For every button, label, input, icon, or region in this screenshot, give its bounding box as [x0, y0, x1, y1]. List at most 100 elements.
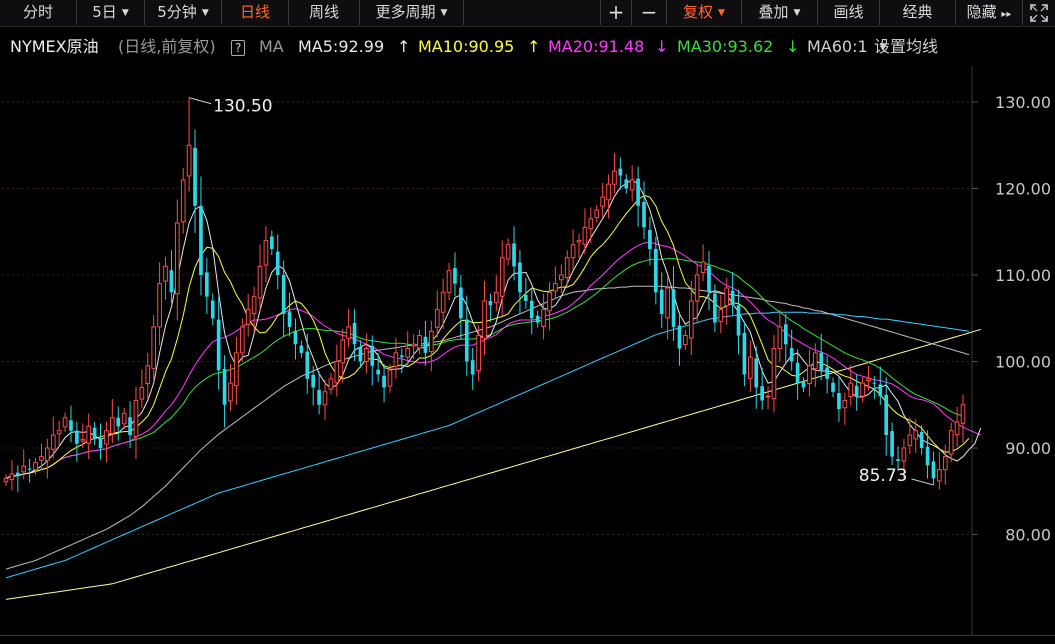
candle-body-down: [270, 236, 274, 250]
candle-body-up: [493, 291, 499, 304]
candle-body-down: [529, 300, 534, 319]
candle-body-down: [919, 431, 924, 448]
y-tick-label: 120.00: [995, 180, 1051, 199]
chevron-down-icon: ▼: [440, 8, 448, 18]
candle-body-up: [334, 361, 340, 384]
candle-body-up: [960, 404, 966, 424]
candle-body-up: [340, 339, 346, 364]
candle-body-down: [15, 472, 20, 476]
candle-body-up: [700, 261, 706, 273]
candle-body-down: [518, 262, 522, 293]
candle-body-down: [376, 369, 380, 375]
candle-body-down: [128, 417, 132, 436]
candle-body-down: [69, 420, 73, 431]
candle-body-up: [576, 239, 582, 243]
ma5-arrow-icon: ↑: [397, 37, 411, 56]
tab-5min[interactable]: 5分钟 ▼: [145, 0, 222, 25]
candle-body-up: [612, 170, 617, 185]
candle-body-up: [151, 326, 157, 369]
candle-body-up: [80, 438, 86, 442]
candle-body-down: [524, 294, 528, 301]
tab-5min-label: 5分钟: [157, 3, 197, 21]
candle-body-up: [346, 326, 351, 340]
candlestick-chart[interactable]: 130.00 120.00 110.00 100.00 90.00 80.00 130.50…: [0, 66, 1055, 636]
candle-body-down: [742, 332, 747, 375]
candle-body-up: [683, 335, 688, 346]
help-button[interactable]: ?: [231, 40, 246, 56]
candle-body-up: [942, 456, 948, 471]
candle-body-up: [45, 447, 50, 462]
candle-body-up: [145, 365, 151, 385]
candle-body-up: [257, 265, 263, 299]
candle-body-up: [937, 469, 942, 482]
candle-body-down: [659, 289, 664, 314]
candle-body-up: [547, 291, 552, 312]
candle-body-down: [169, 270, 174, 293]
candle-body-down: [459, 287, 463, 319]
adjust-price-button[interactable]: 复权 ▼: [667, 0, 742, 25]
candle-body-down: [890, 431, 894, 457]
chart-mode: (日线,前复权): [118, 37, 216, 56]
fullscreen-icon: [1030, 4, 1048, 22]
candle-body-down: [358, 346, 363, 362]
classic-label: 经典: [902, 3, 933, 21]
candle-body-up: [440, 291, 446, 313]
ma30-value: MA30:93.62: [677, 37, 774, 56]
tab-more-periods[interactable]: 更多周期 ▼: [360, 0, 464, 25]
hide-label: 隐藏: [966, 3, 997, 21]
tab-daily[interactable]: 日线: [222, 0, 289, 25]
candle-body-down: [896, 459, 900, 461]
zoom-out-button[interactable]: −: [632, 0, 667, 25]
classic-button[interactable]: 经典: [880, 0, 956, 25]
period-toolbar: 分时 5日 ▼ 5分钟 ▼ 日线 周线 更多周期 ▼ + − 复权 ▼ 叠加 ▼ 画线 经…: [0, 0, 1055, 27]
ma10-value: MA10:90.95: [418, 37, 515, 56]
zoom-in-button[interactable]: +: [600, 0, 632, 25]
tab-daily-label: 日线: [239, 3, 270, 21]
candle-body-up: [239, 326, 245, 354]
candle-body-up: [417, 335, 422, 349]
y-tick-label: 130.00: [995, 93, 1051, 112]
candle-body-up: [180, 179, 186, 223]
candle-body-up: [364, 348, 369, 362]
ma-label: MA: [259, 37, 284, 56]
hide-button[interactable]: 隐藏 ▸▸: [956, 0, 1023, 25]
candle-body-down: [222, 368, 227, 405]
tab-5day[interactable]: 5日 ▼: [77, 0, 145, 25]
candle-body-down: [199, 205, 203, 275]
candle-body-down: [423, 336, 428, 353]
tab-weekly-label: 周线: [308, 3, 339, 21]
candle-body-down: [648, 230, 652, 250]
candle-body-up: [777, 326, 783, 350]
candle-body-up: [570, 244, 576, 259]
low-marker-line: [911, 478, 934, 486]
candle-body-down: [193, 147, 197, 206]
fullscreen-button[interactable]: [1023, 0, 1055, 25]
candle-body-down: [399, 355, 404, 358]
double-chevron-right-icon: ▸▸: [1001, 9, 1012, 20]
axis-divider: [0, 635, 1055, 636]
y-tick-label: 110.00: [995, 266, 1051, 285]
candle-body-down: [311, 374, 316, 388]
candle-body-down: [730, 290, 735, 306]
chevron-down-icon: ▼: [880, 42, 887, 52]
draw-line-button[interactable]: 画线: [818, 0, 880, 25]
candle-body-up: [629, 179, 635, 191]
candle-body-down: [925, 446, 930, 466]
candle-body-up: [505, 244, 511, 260]
overlay-button[interactable]: 叠加 ▼: [742, 0, 818, 25]
y-tick-label: 90.00: [1005, 439, 1051, 458]
candle-body-down: [783, 324, 788, 345]
tab-weekly[interactable]: 周线: [289, 0, 360, 25]
candle-body-down: [281, 275, 286, 314]
tab-intraday[interactable]: 分时: [0, 0, 77, 25]
candle-body-up: [393, 352, 399, 367]
candle-body-down: [642, 201, 646, 228]
candle-body-down: [789, 348, 794, 362]
candle-body-up: [9, 473, 15, 481]
candle-body-down: [464, 319, 469, 362]
candle-body-up: [86, 425, 92, 444]
candle-body-up: [606, 183, 611, 201]
candle-body-down: [653, 249, 658, 293]
candle-body-down: [760, 386, 764, 401]
candle-body-down: [831, 382, 835, 392]
